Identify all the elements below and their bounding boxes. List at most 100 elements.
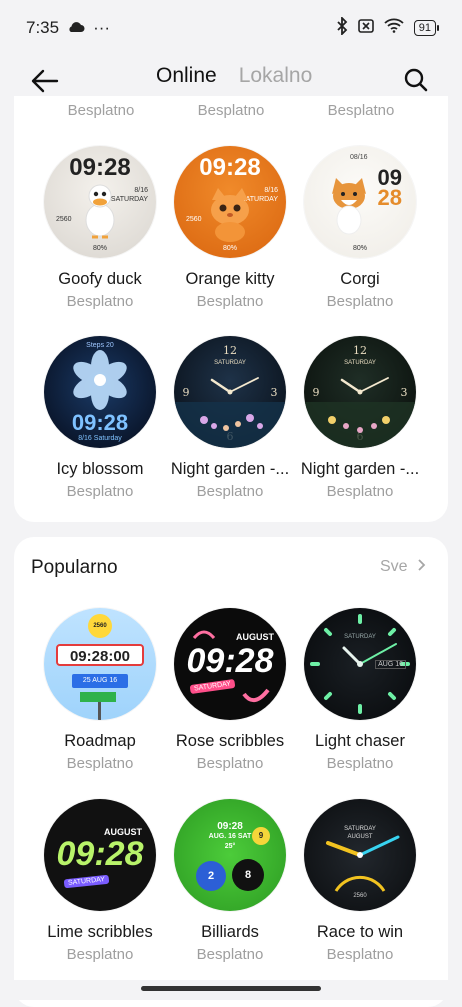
face-day: SATURDAY bbox=[63, 874, 110, 889]
back-arrow-icon[interactable] bbox=[30, 68, 60, 94]
watchface-grid-card: Besplatno Besplatno Besplatno 09:28 8/16… bbox=[14, 96, 448, 522]
watchface-name: Lime scribbles bbox=[47, 923, 153, 941]
watchface-name: Billiards bbox=[201, 923, 259, 941]
watchface-name: Rose scribbles bbox=[175, 732, 285, 750]
watchface-price: Besplatno bbox=[66, 755, 134, 772]
svg-text:3: 3 bbox=[401, 386, 408, 399]
watchface-preview: Steps 20 09:28 8/16 Saturday bbox=[44, 336, 156, 448]
svg-text:9: 9 bbox=[183, 386, 190, 399]
battery-indicator: 91 bbox=[413, 20, 440, 36]
face-temperature: 25° bbox=[224, 843, 236, 850]
watchface-price: Besplatno bbox=[66, 293, 134, 310]
face-time: 09:28 bbox=[56, 835, 144, 873]
watchface-name: Light chaser bbox=[315, 732, 405, 750]
see-all-link[interactable]: Sve bbox=[380, 558, 426, 576]
watchface-preview: SATURDAY AUGUST 2560 bbox=[304, 799, 416, 911]
watchface-preview: 12369 SATURDAY bbox=[174, 336, 286, 448]
watchface-item-light-chaser[interactable]: SATURDAY AUG 16 Light chaser Besplatno bbox=[295, 608, 425, 772]
face-date: 08/16 bbox=[350, 154, 368, 161]
face-steps: 2560 bbox=[353, 893, 367, 899]
duck-illustration bbox=[85, 184, 115, 239]
cloud-icon bbox=[67, 18, 85, 38]
blossom-illustration bbox=[73, 350, 127, 410]
face-minute: 28 bbox=[377, 185, 402, 210]
face-time: 09:28 bbox=[217, 821, 243, 832]
face-day: SATURDAY bbox=[344, 360, 376, 366]
pool-ball: 2 bbox=[196, 861, 226, 891]
face-date: AUG 16 bbox=[375, 660, 406, 669]
watchface-item-night-garden[interactable]: 12369 SATURDAY Night garden -... Besplat… bbox=[295, 336, 425, 500]
face-steps: 2560 bbox=[56, 216, 72, 223]
watchface-price: Besplatno bbox=[196, 483, 264, 500]
face-sign: 25 bbox=[82, 677, 91, 684]
watchface-item-goofy-duck[interactable]: 09:28 8/16 SATURDAY 2560 80% Goofy duck … bbox=[35, 146, 165, 310]
watchface-price: Besplatno bbox=[196, 755, 264, 772]
search-icon[interactable] bbox=[402, 66, 430, 94]
watchface-item-lime-scribbles[interactable]: AUGUST 09:28 SATURDAY Lime scribbles Bes… bbox=[35, 799, 165, 963]
watchface-name: Goofy duck bbox=[58, 270, 142, 288]
watchface-item-roadmap[interactable]: 2560 09:28:00 25 AUG 16 Roadmap Besplatn… bbox=[35, 608, 165, 772]
watchface-price: Besplatno bbox=[326, 755, 394, 772]
watchface-name: Corgi bbox=[340, 270, 380, 288]
watchface-price: Besplatno bbox=[66, 946, 134, 963]
see-all-label: Sve bbox=[379, 558, 408, 575]
watchface-preview: AUGUST 09:28 SATURDAY bbox=[44, 799, 156, 911]
corgi-illustration bbox=[332, 178, 366, 235]
chevron-right-icon bbox=[418, 558, 426, 575]
pool-ball: 8 bbox=[232, 859, 264, 891]
face-sign: AUG 16 bbox=[92, 677, 118, 684]
watchface-name: Orange kitty bbox=[185, 270, 275, 288]
watchface-preview: 09:28 8/16 SATURDAY 2560 80% bbox=[174, 146, 286, 258]
watchface-preview: 09:28 AUG. 16 SAT 25° 2 8 9 bbox=[174, 799, 286, 911]
face-date: 8/16 Saturday bbox=[78, 435, 122, 442]
face-battery: 80% bbox=[352, 245, 367, 252]
pool-ball: 9 bbox=[252, 827, 270, 845]
watchface-preview: 08/16 09 28 80% bbox=[304, 146, 416, 258]
face-battery: 80% bbox=[92, 245, 107, 252]
watchface-price: Besplatno bbox=[66, 483, 134, 500]
popular-section-card: Popularno Sve 2560 09:28:00 25 AUG 16 Ro… bbox=[14, 537, 448, 1007]
watchface-item-billiards[interactable]: 09:28 AUG. 16 SAT 25° 2 8 9 Billiards Be… bbox=[165, 799, 295, 963]
watchface-item-race-to-win[interactable]: SATURDAY AUGUST 2560 Race to win Besplat… bbox=[295, 799, 425, 963]
watchface-price: Besplatno bbox=[196, 946, 264, 963]
face-time: 09:28:00 bbox=[56, 644, 144, 666]
face-steps: Steps 20 bbox=[86, 342, 114, 349]
watchface-preview: AUGUST 09:28 SATURDAY bbox=[174, 608, 286, 720]
face-day: SATURDAY bbox=[344, 634, 376, 640]
watchface-item-icy-blossom[interactable]: Steps 20 09:28 8/16 Saturday Icy blossom… bbox=[35, 336, 165, 500]
watchface-price: Besplatno bbox=[196, 293, 264, 310]
watchface-item-night-garden[interactable]: 12369 SATURDAY Night garden -... Besplat… bbox=[165, 336, 295, 500]
watchface-preview: 2560 09:28:00 25 AUG 16 bbox=[44, 608, 156, 720]
section-title: Popularno bbox=[31, 557, 118, 578]
watchface-item-orange-kitty[interactable]: 09:28 8/16 SATURDAY 2560 80% Orange kitt… bbox=[165, 146, 295, 310]
home-indicator[interactable] bbox=[141, 986, 321, 991]
watchface-price: Besplatno bbox=[326, 293, 394, 310]
face-time: 09:28 bbox=[71, 410, 129, 435]
sim-off-icon bbox=[357, 18, 374, 38]
watchface-price: Besplatno bbox=[326, 946, 394, 963]
price-label: Besplatno bbox=[197, 102, 265, 118]
watchface-name: Race to win bbox=[316, 923, 404, 941]
watchface-name: Night garden -... bbox=[170, 460, 290, 478]
tab-local[interactable]: Lokalno bbox=[239, 64, 313, 88]
wifi-icon bbox=[384, 18, 404, 38]
svg-text:9: 9 bbox=[313, 386, 320, 399]
watchface-name: Icy blossom bbox=[56, 460, 144, 478]
svg-text:12: 12 bbox=[353, 344, 367, 357]
price-label: Besplatno bbox=[67, 102, 135, 118]
face-time: 09:28 bbox=[69, 154, 131, 181]
tab-online[interactable]: Online bbox=[156, 64, 217, 88]
status-time: 7:35 bbox=[26, 18, 60, 37]
face-badge: 2560 bbox=[88, 614, 112, 638]
watchface-preview: 12369 SATURDAY bbox=[304, 336, 416, 448]
analog-dial: 12369 bbox=[174, 344, 286, 448]
analog-dial: 12369 bbox=[304, 344, 416, 448]
status-bar: 7:35 ··· 91 bbox=[0, 0, 462, 56]
watchface-preview: 09:28 8/16 SATURDAY 2560 80% bbox=[44, 146, 156, 258]
watchface-item-rose-scribbles[interactable]: AUGUST 09:28 SATURDAY Rose scribbles Bes… bbox=[165, 608, 295, 772]
more-notifications-icon: ··· bbox=[93, 18, 111, 37]
tab-bar: Online Lokalno bbox=[156, 64, 312, 88]
watchface-preview: SATURDAY AUG 16 bbox=[304, 608, 416, 720]
watchface-item-corgi[interactable]: 08/16 09 28 80% Corgi Besplatno bbox=[295, 146, 425, 310]
face-day: SATURDAY bbox=[214, 360, 246, 366]
